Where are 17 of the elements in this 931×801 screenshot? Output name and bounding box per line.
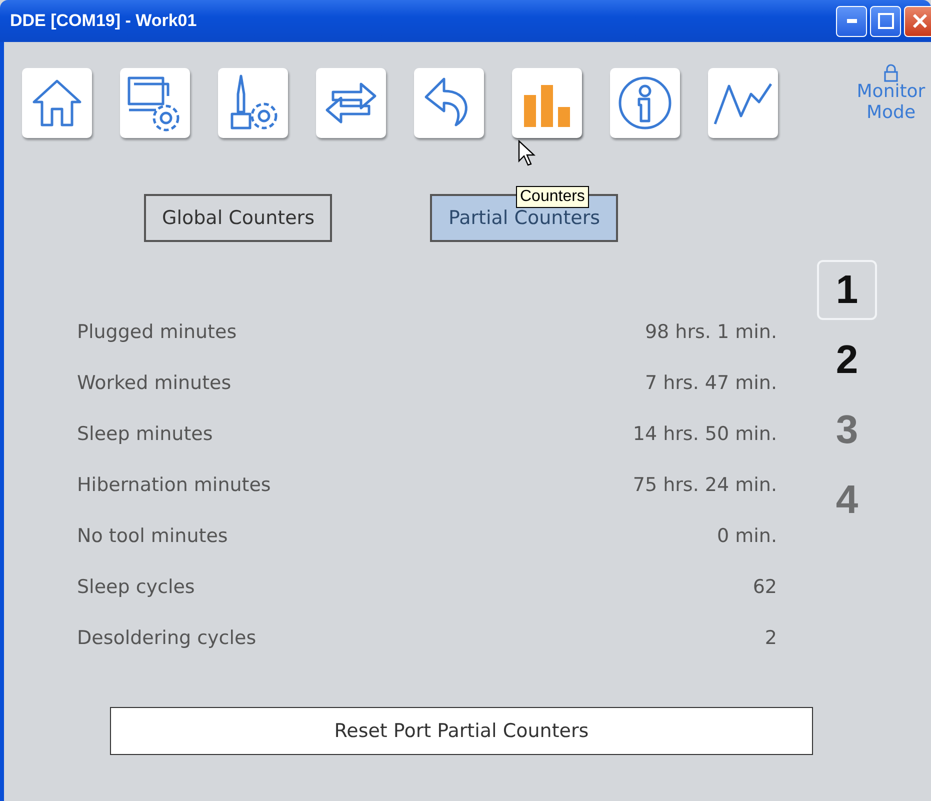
counter-label: Plugged minutes [77,320,237,342]
counter-value: 2 [764,626,777,648]
counter-label: Sleep cycles [77,576,195,598]
counter-label: Worked minutes [77,372,232,394]
counter-label: No tool minutes [77,524,228,546]
counter-value: 7 hrs. 47 min. [644,372,777,394]
counter-value: 62 [752,576,777,598]
counter-value: 14 hrs. 50 min. [632,422,777,444]
monitor-mode-label: Monitor Mode [856,82,926,124]
counter-label: Desoldering cycles [77,626,256,648]
counter-label: Hibernation minutes [77,474,271,496]
counter-label: Sleep minutes [77,422,213,444]
counter-value: 0 min. [717,524,777,546]
tooltip: Counters [516,186,589,208]
window-title: DDE [COM19] - Work01 [10,11,197,31]
counter-value: 98 hrs. 1 min. [644,320,777,342]
counter-value: 75 hrs. 24 min. [632,474,777,496]
